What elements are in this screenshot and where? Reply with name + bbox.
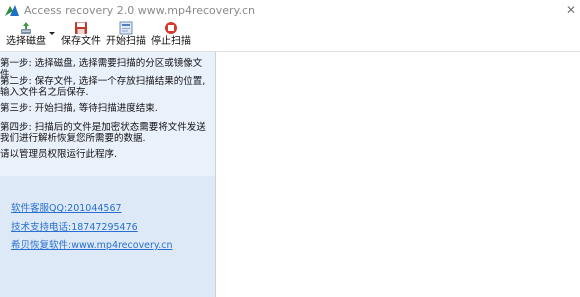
disk-icon bbox=[21, 22, 31, 34]
instructions-panel: 第一步: 选择磁盘, 选择需要扫描的分区或镜像文件. 第二步: 保存文件, 选择… bbox=[0, 52, 216, 297]
support-phone-link[interactable]: 技术支持电话:18747295476 bbox=[11, 219, 138, 233]
window-title: Access recovery 2.0 www.mp4recovery.cn bbox=[24, 4, 256, 17]
step-3-text: 第三步: 开始扫描, 等待扫描进度结束. bbox=[0, 103, 158, 114]
support-qq-link[interactable]: 软件客服QQ:201044567 bbox=[11, 200, 122, 214]
save-file-button[interactable]: 保存文件 bbox=[60, 21, 102, 51]
save-file-label: 保存文件 bbox=[61, 36, 101, 47]
start-scan-button[interactable]: 开始扫描 bbox=[105, 21, 147, 51]
title-bar: Access recovery 2.0 www.mp4recovery.cn ✕ bbox=[0, 0, 580, 21]
scan-icon bbox=[119, 21, 133, 35]
stop-icon bbox=[165, 22, 177, 34]
step-2-text: 第二步: 保存文件, 选择一个存放扫描结果的位置, 输入文件名之后保存. bbox=[0, 76, 206, 98]
save-icon bbox=[75, 22, 87, 34]
step-4-text: 第四步: 扫描后的文件是加密状态需要将文件发送我们进行解析恢复您所需要的数据. bbox=[0, 122, 206, 144]
close-icon[interactable]: ✕ bbox=[562, 0, 580, 21]
website-link[interactable]: 希贝恢复软件:www.mp4recovery.cn bbox=[11, 237, 172, 251]
instructions-box: 第一步: 选择磁盘, 选择需要扫描的分区或镜像文件. 第二步: 保存文件, 选择… bbox=[0, 52, 215, 176]
stop-scan-button[interactable]: 停止扫描 bbox=[150, 21, 192, 51]
chevron-down-icon[interactable] bbox=[49, 32, 55, 35]
select-disk-button[interactable]: 选择磁盘 bbox=[4, 21, 48, 51]
app-logo-icon bbox=[5, 5, 19, 16]
toolbar: 选择磁盘 保存文件 开始扫描 停止扫描 bbox=[0, 21, 580, 52]
stop-scan-label: 停止扫描 bbox=[151, 36, 191, 47]
results-area[interactable] bbox=[216, 52, 580, 297]
admin-note-text: 请以管理员权限运行此程序. bbox=[0, 149, 118, 160]
select-disk-label: 选择磁盘 bbox=[6, 36, 46, 47]
start-scan-label: 开始扫描 bbox=[106, 36, 146, 47]
